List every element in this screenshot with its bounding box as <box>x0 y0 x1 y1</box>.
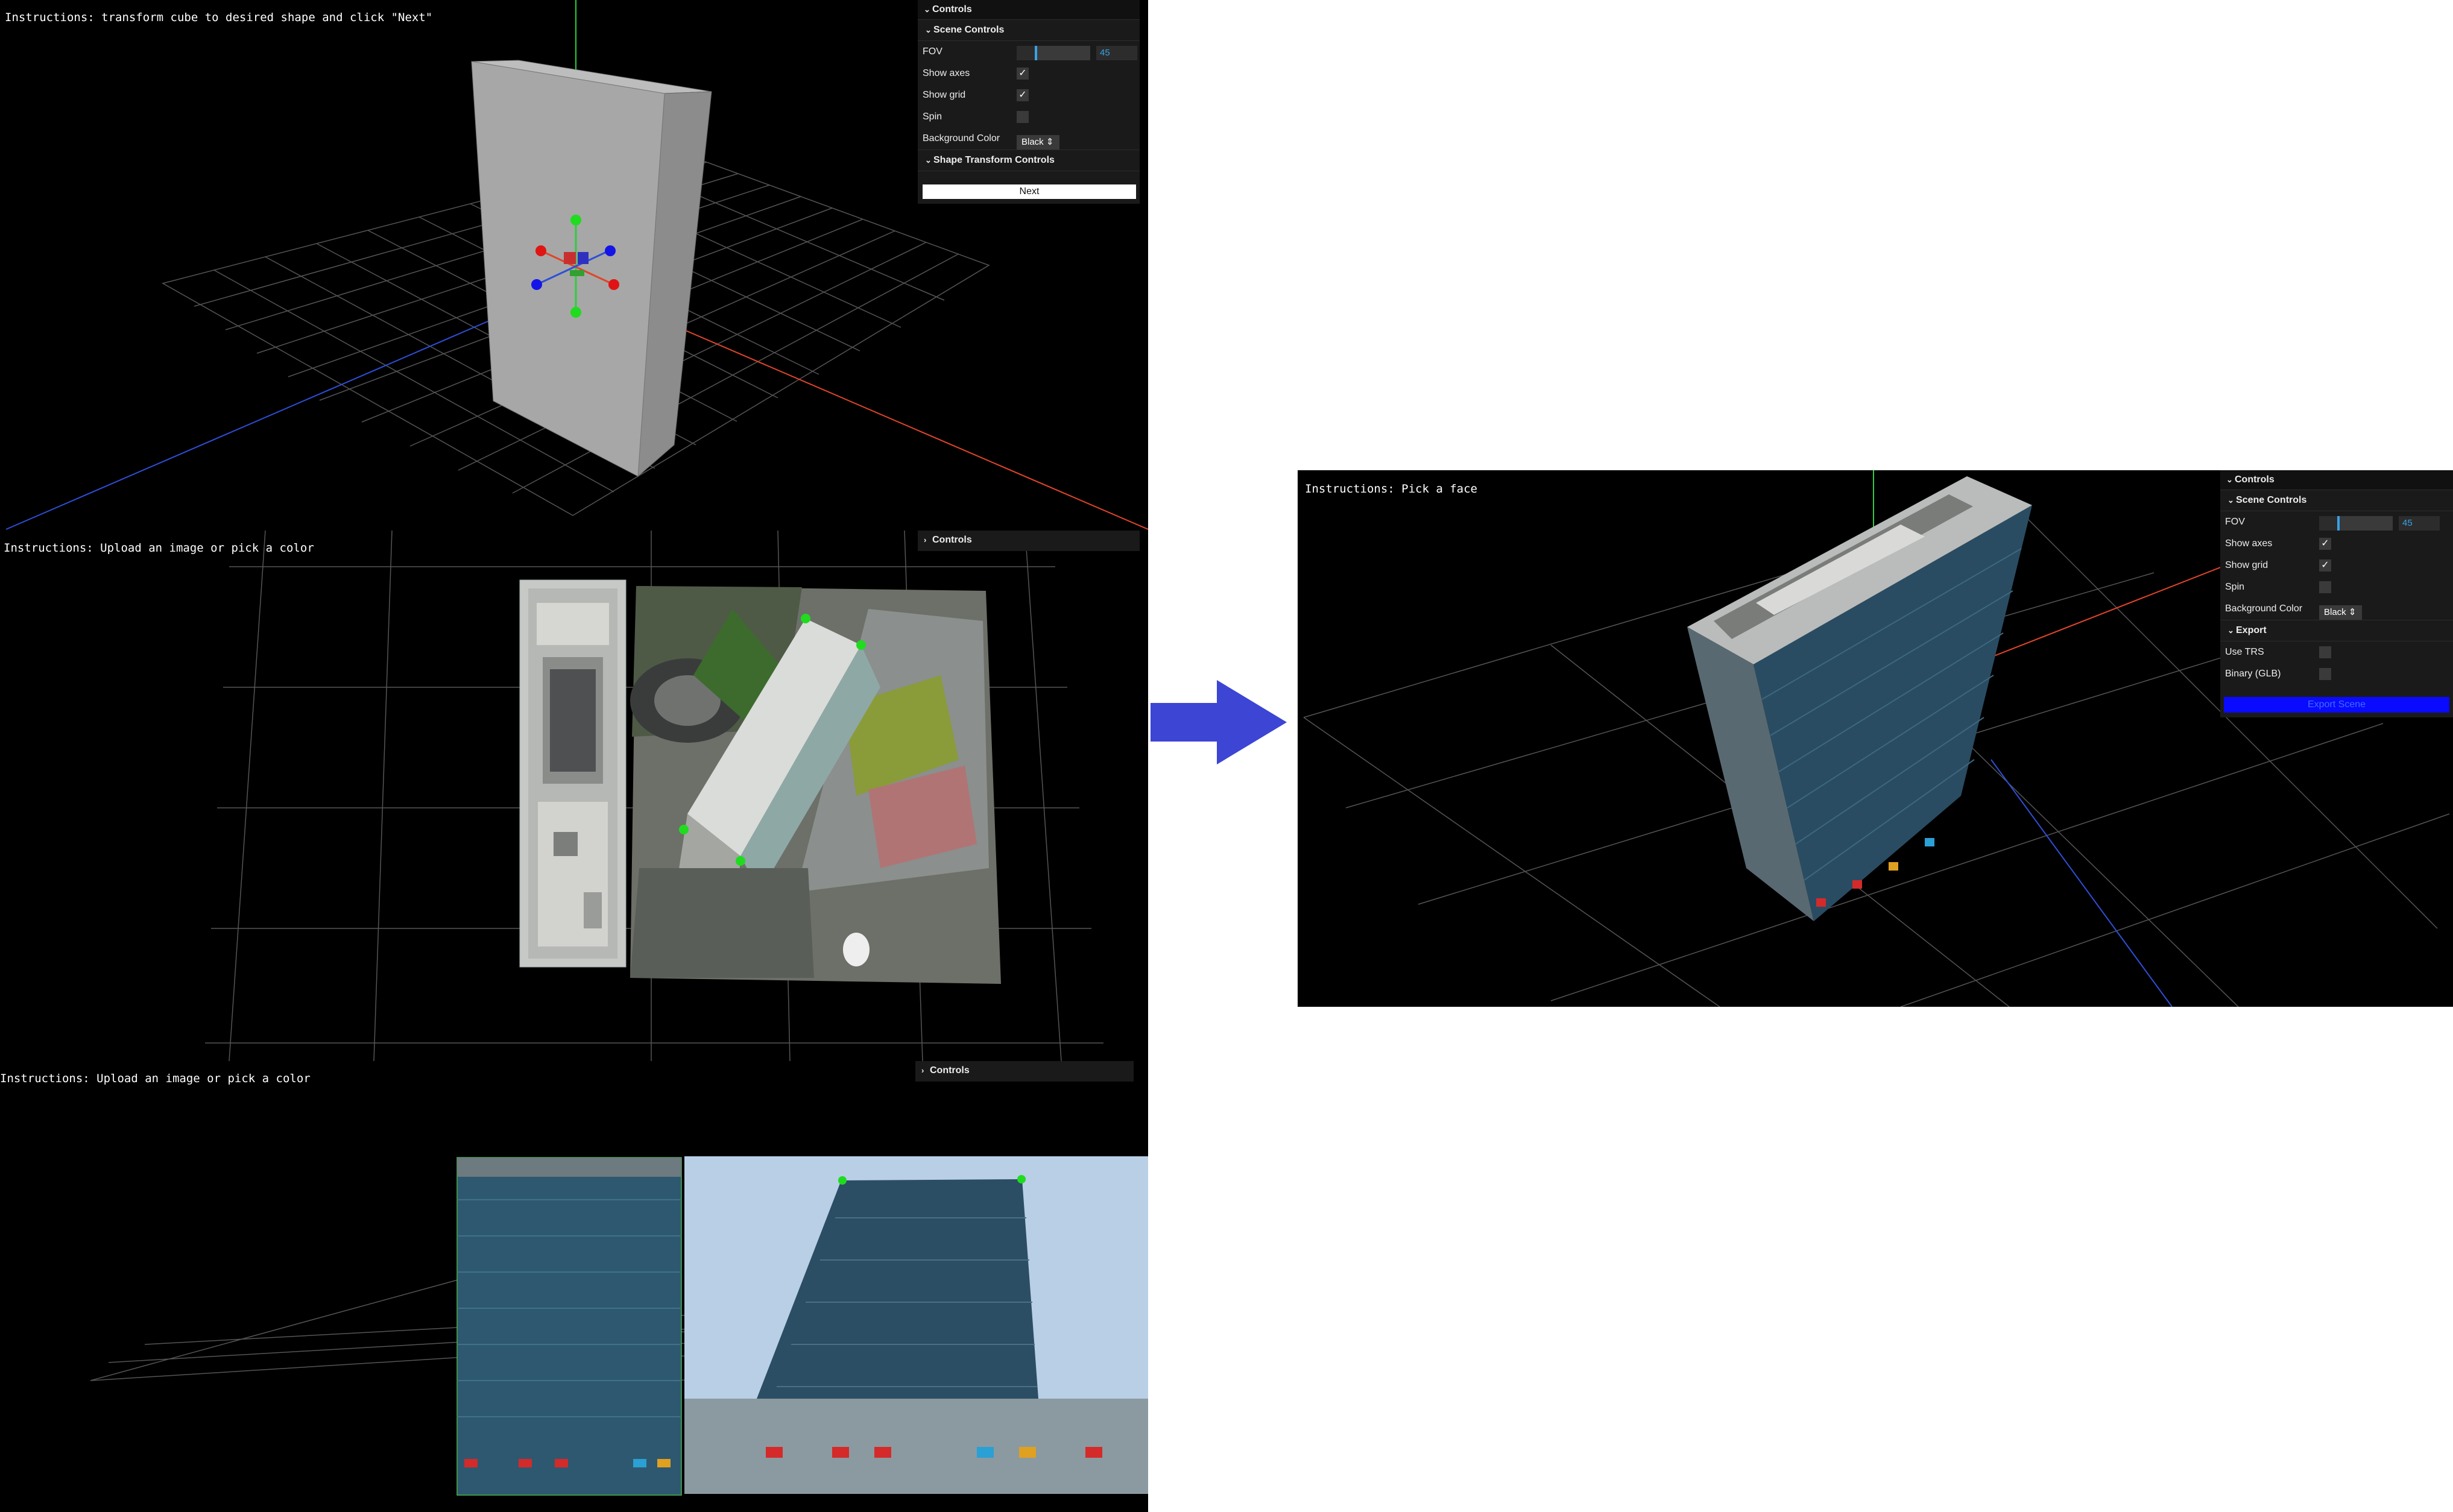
spin-checkbox[interactable] <box>2319 581 2331 593</box>
gizmo-handle-y-bottom[interactable] <box>570 307 581 318</box>
aerial-photo-quad[interactable] <box>630 586 1001 984</box>
show-axes-row: Show axes ✓ <box>2220 533 2453 555</box>
fov-row: FOV 45 <box>2220 511 2453 533</box>
controls-panel[interactable]: ⌄ Controls ⌄ Scene Controls FOV 45 Show ax… <box>918 0 1140 204</box>
corner-handle[interactable] <box>736 856 745 866</box>
fov-slider[interactable] <box>2319 516 2393 531</box>
top-face-scene[interactable] <box>0 531 1148 1061</box>
show-grid-row: Show grid ✓ <box>2220 555 2453 576</box>
show-axes-row: Show axes ✓ <box>918 63 1140 84</box>
side-face-scene[interactable] <box>0 1061 1148 1512</box>
fov-row: FOV 45 <box>918 41 1140 63</box>
z-axis <box>1990 759 2173 1007</box>
updown-arrow-icon: ⇕ <box>1046 137 1054 147</box>
check-icon: ✓ <box>1018 90 1027 100</box>
show-grid-row: Show grid ✓ <box>918 84 1140 106</box>
show-grid-checkbox[interactable]: ✓ <box>2319 559 2331 572</box>
show-axes-checkbox[interactable]: ✓ <box>1017 68 1029 80</box>
gizmo-handle-z-right[interactable] <box>605 245 616 256</box>
spin-row: Spin <box>918 106 1140 128</box>
check-icon: ✓ <box>2321 560 2329 570</box>
check-icon: ✓ <box>2321 538 2329 549</box>
fov-input[interactable]: 45 <box>1096 46 1137 60</box>
instructions-text: Instructions: Upload an image or pick a … <box>0 1072 311 1085</box>
use-trs-row: Use TRS <box>2220 641 2453 663</box>
side-face-viewport[interactable]: Instructions: Upload an image or pick a … <box>0 1061 1148 1512</box>
chevron-right-icon: › <box>924 535 927 544</box>
chevron-down-icon: ⌄ <box>925 25 932 34</box>
result-viewport[interactable]: Instructions: Pick a face ⌄ Controls ⌄ S… <box>1298 470 2453 1007</box>
show-grid-checkbox[interactable]: ✓ <box>1017 89 1029 101</box>
corner-handle[interactable] <box>856 640 866 650</box>
chevron-down-icon: ⌄ <box>2227 626 2234 635</box>
top-face-viewport[interactable]: Instructions: Upload an image or pick a … <box>0 531 1148 1061</box>
background-color-row: Background Color Black ⇕ <box>2220 598 2453 620</box>
show-axes-checkbox[interactable]: ✓ <box>2319 538 2331 550</box>
instructions-text: Instructions: transform cube to desired … <box>5 11 433 24</box>
textured-building-model[interactable] <box>1687 476 2032 921</box>
updown-arrow-icon: ⇕ <box>2348 607 2357 617</box>
background-color-row: Background Color Black ⇕ <box>918 128 1140 150</box>
controls-panel[interactable]: › Controls <box>918 531 1140 551</box>
controls-header[interactable]: › Controls <box>918 531 1140 550</box>
instructions-text: Instructions: Pick a face <box>1305 482 1477 496</box>
right-arrow-icon <box>1151 680 1289 767</box>
use-trs-checkbox[interactable] <box>2319 646 2331 658</box>
background-color-select[interactable]: Black ⇕ <box>2319 605 2363 620</box>
controls-header[interactable]: › Controls <box>915 1061 1134 1080</box>
export-scene-button[interactable]: Export Scene <box>2224 697 2449 713</box>
building-photo-quad[interactable] <box>684 1156 1148 1494</box>
binary-glb-row: Binary (GLB) <box>2220 663 2453 685</box>
fov-slider[interactable] <box>1017 46 1090 60</box>
roof-texture-strip[interactable] <box>519 579 627 968</box>
scene-controls-header[interactable]: ⌄ Scene Controls <box>918 20 1140 41</box>
background-color-select[interactable]: Black ⇕ <box>1017 135 1060 150</box>
gizmo-handle-y-top[interactable] <box>570 215 581 225</box>
controls-header[interactable]: ⌄ Controls <box>2220 470 2453 490</box>
gizmo-handle-x-right[interactable] <box>608 279 619 290</box>
instructions-text: Instructions: Upload an image or pick a … <box>4 541 314 555</box>
spin-checkbox[interactable] <box>1017 111 1029 123</box>
chevron-right-icon: › <box>921 1066 924 1075</box>
corner-handle[interactable] <box>679 825 689 834</box>
gizmo-handle-x-left[interactable] <box>535 245 546 256</box>
scene-controls-header[interactable]: ⌄ Scene Controls <box>2220 490 2453 511</box>
fov-input[interactable]: 45 <box>2399 516 2440 531</box>
facade-texture-strip[interactable] <box>456 1157 682 1496</box>
spin-row: Spin <box>2220 576 2453 598</box>
corner-handle[interactable] <box>1017 1175 1026 1183</box>
binary-glb-checkbox[interactable] <box>2319 668 2331 680</box>
corner-handle[interactable] <box>801 614 810 623</box>
next-button[interactable]: Next <box>923 184 1136 199</box>
controls-panel[interactable]: ⌄ Controls ⌄ Scene Controls FOV 45 Show ax… <box>2220 470 2453 717</box>
corner-handle[interactable] <box>838 1176 847 1185</box>
gizmo-handle-z-left[interactable] <box>531 279 542 290</box>
check-icon: ✓ <box>1018 68 1027 78</box>
cube-shape[interactable] <box>471 60 712 477</box>
chevron-down-icon: ⌄ <box>2226 475 2233 484</box>
transform-viewport[interactable]: Instructions: transform cube to desired … <box>0 0 1148 531</box>
controls-panel[interactable]: › Controls <box>915 1061 1134 1082</box>
chevron-down-icon: ⌄ <box>925 156 932 165</box>
controls-header[interactable]: ⌄ Controls <box>918 0 1140 20</box>
chevron-down-icon: ⌄ <box>924 5 930 14</box>
chevron-down-icon: ⌄ <box>2227 496 2234 505</box>
